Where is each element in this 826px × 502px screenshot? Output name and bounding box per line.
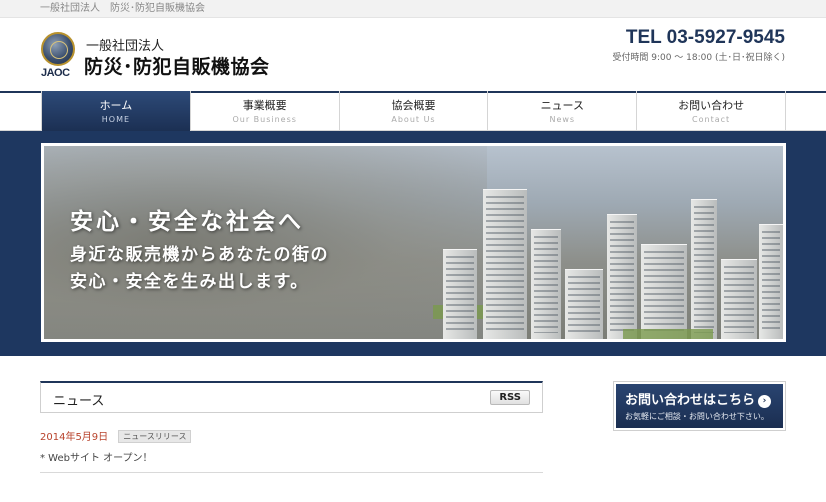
business-hours: 受付時間 9:00 ～ 18:00 (土･日･祝日除く) bbox=[612, 53, 785, 63]
nav-label: ニュース bbox=[540, 99, 585, 112]
nav-item-business[interactable]: 事業概要 Our Business bbox=[191, 91, 340, 132]
news-heading: ニュース bbox=[53, 394, 105, 409]
news-date: 2014年5月9日 bbox=[40, 432, 109, 443]
news-category-badge[interactable]: ニュースリリース bbox=[118, 430, 192, 443]
hero-subtitle: 身近な販売機からあなたの街の 安心・安全を生み出します。 bbox=[70, 242, 329, 296]
phone-number: TEL 03-5927-9545 bbox=[625, 27, 785, 48]
hero-image: 安心・安全な社会へ 身近な販売機からあなたの街の 安心・安全を生み出します。 bbox=[41, 143, 786, 342]
nav-sublabel: About Us bbox=[391, 115, 436, 124]
contact-banner-title: お問い合わせはこちら › bbox=[625, 389, 785, 408]
hero-subtitle-line-2: 安心・安全を生み出します。 bbox=[70, 272, 309, 292]
nav-item-about[interactable]: 協会概要 About Us bbox=[340, 91, 489, 132]
nav-item-news[interactable]: ニュース News bbox=[488, 91, 638, 132]
hero-band: 安心・安全な社会へ 身近な販売機からあなたの街の 安心・安全を生み出します。 bbox=[0, 131, 826, 356]
nav-list: ホーム HOME 事業概要 Our Business 協会概要 About Us… bbox=[41, 91, 786, 132]
nav-label: 協会概要 bbox=[391, 99, 436, 112]
arrow-right-circle-icon: › bbox=[758, 395, 772, 408]
contact-banner-button[interactable]: お問い合わせはこちら › お気軽にご相談・お問い合わせ下さい。 bbox=[613, 381, 786, 431]
hero-subtitle-line-1: 身近な販売機からあなたの街の bbox=[70, 245, 329, 265]
nav-item-home[interactable]: ホーム HOME bbox=[41, 91, 191, 132]
top-bar: 一般社団法人 防災･防犯自販機協会 bbox=[0, 0, 826, 18]
nav-item-contact[interactable]: お問い合わせ Contact bbox=[637, 91, 786, 132]
nav-label: ホーム bbox=[99, 99, 133, 112]
news-link[interactable]: * Webサイト オープン！ bbox=[40, 449, 543, 464]
news-item: 2014年5月9日 ニュースリリース * Webサイト オープン！ bbox=[40, 413, 543, 473]
nav-sublabel: News bbox=[549, 115, 576, 124]
site-header: JAOC 一般社団法人 防災･防犯自販機協会 TEL 03-5927-9545 … bbox=[0, 18, 826, 91]
top-bar-text: 一般社団法人 防災･防犯自販機協会 bbox=[40, 3, 205, 14]
emblem-icon[interactable] bbox=[41, 32, 75, 66]
news-section: ニュース RSS 2014年5月9日 ニュースリリース * Webサイト オープ… bbox=[40, 381, 543, 473]
nav-label: お問い合わせ bbox=[678, 99, 745, 112]
contact-banner-label: お問い合わせはこちら bbox=[625, 393, 756, 408]
hero-title: 安心・安全な社会へ bbox=[70, 209, 304, 235]
nav-sublabel: HOME bbox=[101, 115, 131, 124]
nav-label: 事業概要 bbox=[242, 99, 287, 112]
nav-sublabel: Our Business bbox=[232, 115, 297, 124]
org-name[interactable]: 防災･防犯自販機協会 bbox=[84, 52, 270, 79]
city-skyline-image bbox=[423, 149, 783, 339]
contact-banner-subtitle: お気軽にご相談・お問い合わせ下さい。 bbox=[625, 412, 769, 421]
logo-text[interactable]: JAOC bbox=[41, 67, 70, 79]
global-nav: ホーム HOME 事業概要 Our Business 協会概要 About Us… bbox=[0, 91, 826, 132]
nav-sublabel: Contact bbox=[692, 115, 731, 124]
news-header: ニュース RSS bbox=[40, 381, 543, 413]
rss-button[interactable]: RSS bbox=[490, 390, 530, 405]
